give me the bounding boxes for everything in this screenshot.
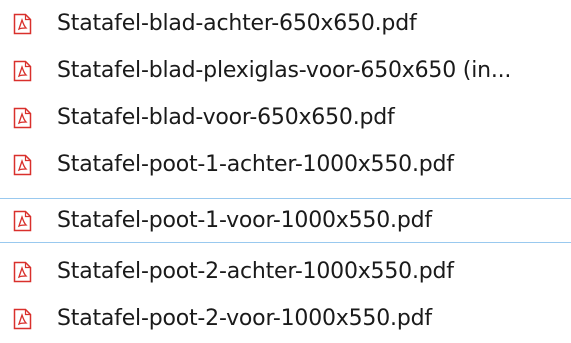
file-row[interactable]: Statafel-blad-voor-650x650.pdf [0,94,571,141]
pdf-file-icon [13,13,32,34]
pdf-file-icon [13,210,32,231]
pdf-file-icon [13,308,32,329]
pdf-file-icon [13,261,32,282]
file-name: Statafel-blad-plexiglas-voor-650x650 (in… [57,57,512,83]
file-name: Statafel-blad-achter-650x650.pdf [57,10,417,36]
pdf-file-icon [13,154,32,175]
file-name: Statafel-blad-voor-650x650.pdf [57,104,395,130]
pdf-file-icon [13,107,32,128]
file-row-selected[interactable]: Statafel-poot-1-voor-1000x550.pdf [0,198,571,243]
file-row[interactable]: Statafel-poot-2-achter-1000x550.pdf [0,248,571,295]
file-row[interactable]: Statafel-poot-2-voor-1000x550.pdf [0,295,571,342]
file-name: Statafel-poot-2-achter-1000x550.pdf [57,258,454,284]
pdf-file-icon [13,60,32,81]
file-list: Statafel-blad-achter-650x650.pdf Statafe… [0,0,571,343]
file-row[interactable]: Statafel-blad-achter-650x650.pdf [0,0,571,47]
file-row[interactable]: Statafel-blad-plexiglas-voor-650x650 (in… [0,47,571,94]
file-name: Statafel-poot-1-voor-1000x550.pdf [57,207,432,233]
file-name: Statafel-poot-2-voor-1000x550.pdf [57,305,432,331]
file-name: Statafel-poot-1-achter-1000x550.pdf [57,151,454,177]
file-row[interactable]: Statafel-poot-1-achter-1000x550.pdf [0,141,571,188]
